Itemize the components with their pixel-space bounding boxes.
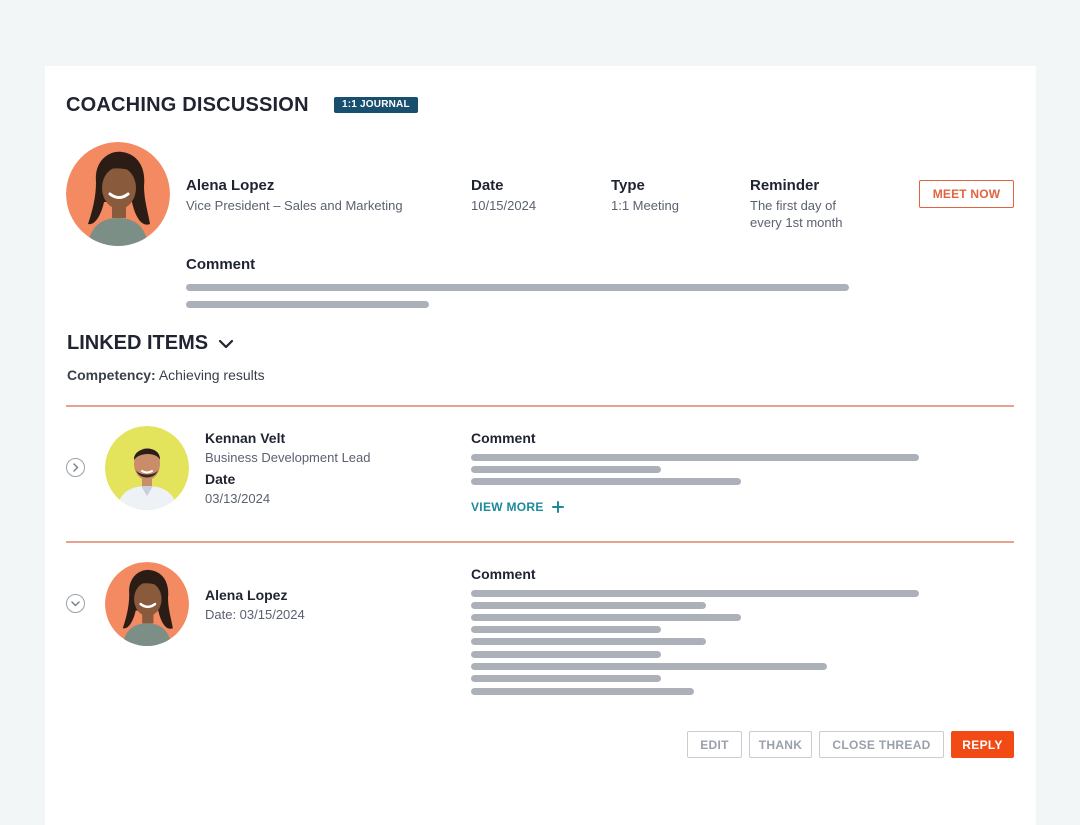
reminder-label: Reminder — [750, 177, 820, 194]
person-photo-icon — [105, 562, 189, 646]
person-photo-icon — [105, 426, 189, 510]
chevron-down-icon — [219, 339, 234, 348]
comment-placeholder-line — [186, 284, 849, 291]
date-label: Date — [471, 177, 504, 194]
reply-button[interactable]: REPLY — [951, 731, 1014, 758]
expand-item-button[interactable] — [66, 458, 85, 477]
comment-placeholder-line — [471, 663, 827, 670]
comment-placeholder-line — [186, 301, 429, 308]
reminder-line-2: every 1st month — [750, 215, 843, 230]
linked-items-title: LINKED ITEMS — [67, 332, 209, 354]
coaching-discussion-card: COACHING DISCUSSION 1:1 JOURNAL Alena Lo… — [45, 66, 1036, 825]
comment-placeholder-line — [471, 602, 706, 609]
page-title: COACHING DISCUSSION — [66, 94, 309, 116]
linked-item-comment-label: Comment — [471, 566, 536, 582]
person-photo-icon — [66, 142, 170, 246]
avatar — [66, 142, 170, 246]
comment-placeholder-line — [471, 590, 919, 597]
linked-item-name: Kennan Velt — [205, 430, 286, 446]
comment-placeholder-line — [471, 638, 706, 645]
comment-placeholder-line — [471, 454, 919, 461]
comment-placeholder-line — [471, 478, 741, 485]
comment-placeholder-line — [471, 688, 694, 695]
comment-label: Comment — [186, 256, 256, 273]
comment-placeholder-line — [471, 675, 661, 682]
comment-placeholder-line — [471, 626, 661, 633]
competency-label: Competency: — [67, 367, 156, 383]
person-role: Vice President – Sales and Marketing — [186, 198, 403, 213]
type-value: 1:1 Meeting — [611, 198, 679, 213]
person-name: Alena Lopez — [186, 177, 275, 194]
plus-icon — [551, 501, 564, 513]
avatar — [105, 426, 189, 510]
competency-value: Achieving results — [158, 367, 265, 383]
linked-item-date-label: Date — [205, 471, 236, 487]
linked-item-role: Business Development Lead — [205, 450, 371, 465]
view-more-link[interactable]: VIEW MORE — [471, 500, 564, 514]
competency-line: Competency: Achieving results — [67, 367, 265, 383]
type-label: Type — [611, 177, 645, 194]
collapse-item-button[interactable] — [66, 594, 85, 613]
divider — [66, 541, 1014, 543]
meet-now-button[interactable]: MEET NOW — [919, 180, 1014, 208]
linked-item-name: Alena Lopez — [205, 587, 288, 603]
linked-items-toggle[interactable]: LINKED ITEMS — [67, 332, 234, 355]
linked-item-date-value: 03/13/2024 — [205, 491, 271, 506]
journal-tag: 1:1 JOURNAL — [334, 97, 418, 113]
linked-item-comment-label: Comment — [471, 430, 536, 446]
chevron-down-icon — [71, 601, 80, 607]
reminder-line-1: The first day of — [750, 198, 836, 213]
view-more-label: VIEW MORE — [471, 500, 544, 514]
divider — [66, 405, 1014, 407]
comment-placeholder-line — [471, 466, 661, 473]
linked-item-date: Date: 03/15/2024 — [205, 607, 305, 622]
comment-placeholder-line — [471, 651, 661, 658]
comment-placeholder-line — [471, 614, 741, 621]
thank-button[interactable]: THANK — [749, 731, 812, 758]
date-value: 10/15/2024 — [471, 198, 537, 213]
avatar — [105, 562, 189, 646]
edit-button[interactable]: EDIT — [687, 731, 742, 758]
close-thread-button[interactable]: CLOSE THREAD — [819, 731, 944, 758]
chevron-right-icon — [73, 463, 79, 472]
